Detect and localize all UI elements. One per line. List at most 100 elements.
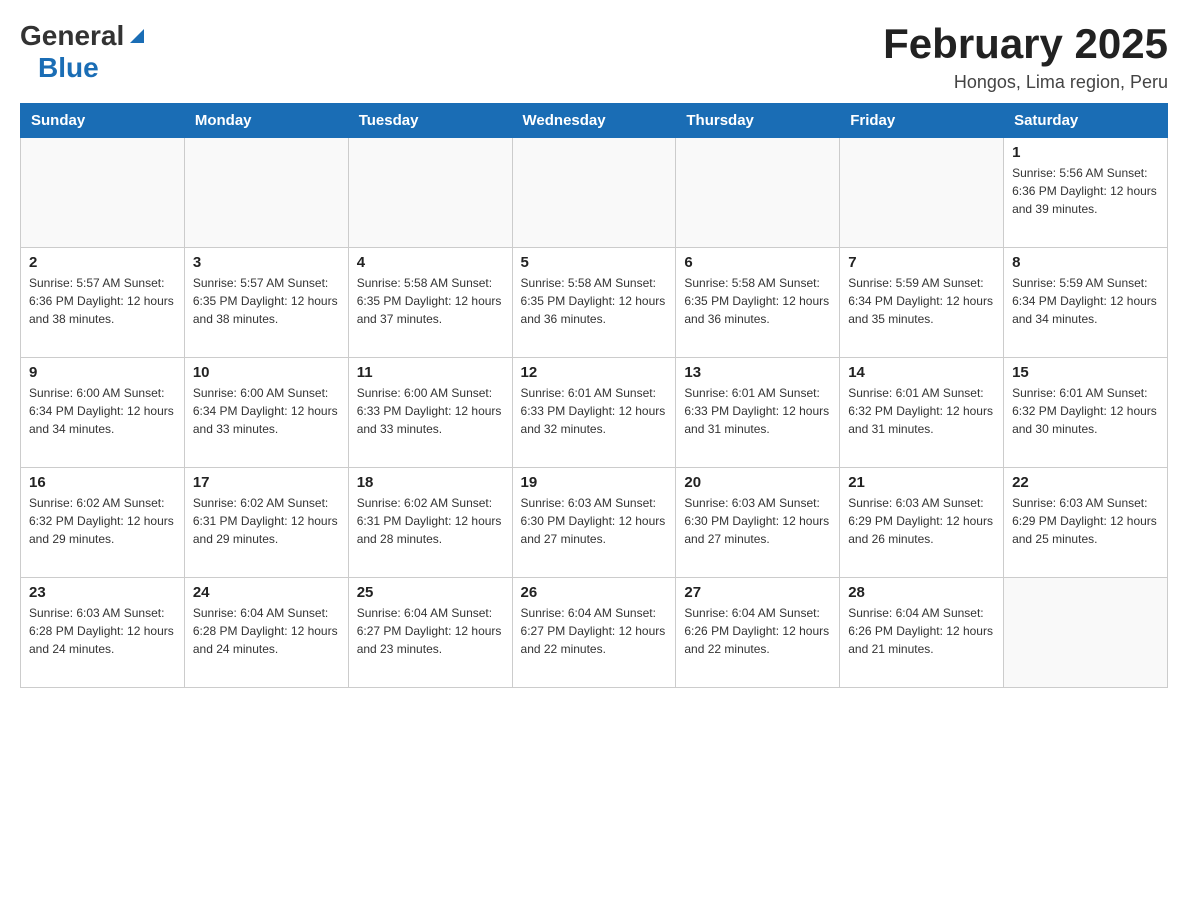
calendar-day-cell: 8 Sunrise: 5:59 AM Sunset: 6:34 PM Daylig… <box>1004 248 1168 358</box>
calendar-day-cell: 25 Sunrise: 6:04 AM Sunset: 6:27 PM Dayli… <box>348 578 512 688</box>
location-subtitle: Hongos, Lima region, Peru <box>883 72 1168 93</box>
calendar-day-cell: 22Sunrise: 6:03 AM Sunset: 6:29 PM Dayli… <box>1004 468 1168 578</box>
day-number: 1 <box>1012 144 1159 161</box>
day-number: 19 <box>521 474 668 491</box>
day-number: 5 <box>521 254 668 271</box>
day-number: 7 <box>848 254 995 271</box>
calendar-day-cell: 17 Sunrise: 6:02 AM Sunset: 6:31 PM Dayli… <box>184 468 348 578</box>
logo: General Blue <box>20 20 148 84</box>
calendar-day-cell: 28Sunrise: 6:04 AM Sunset: 6:26 PM Dayli… <box>840 578 1004 688</box>
calendar-day-cell: 16 Sunrise: 6:02 AM Sunset: 6:32 PM Dayli… <box>21 468 185 578</box>
day-number: 12 <box>521 364 668 381</box>
day-info: Sunrise: 5:57 AM Sunset: 6:35 PM Dayligh… <box>193 274 340 328</box>
day-number: 8 <box>1012 254 1159 271</box>
calendar-week-row: 2 Sunrise: 5:57 AM Sunset: 6:36 PM Daylig… <box>21 248 1168 358</box>
calendar-day-cell: 1 Sunrise: 5:56 AM Sunset: 6:36 PM Daylig… <box>1004 138 1168 248</box>
weekday-header-sunday: Sunday <box>21 104 185 138</box>
day-number: 27 <box>684 584 831 601</box>
weekday-header-saturday: Saturday <box>1004 104 1168 138</box>
day-number: 16 <box>29 474 176 491</box>
day-number: 4 <box>357 254 504 271</box>
day-info: Sunrise: 5:57 AM Sunset: 6:36 PM Dayligh… <box>29 274 176 328</box>
calendar-week-row: 9 Sunrise: 6:00 AM Sunset: 6:34 PM Daylig… <box>21 358 1168 468</box>
calendar-day-cell: 6Sunrise: 5:58 AM Sunset: 6:35 PM Daylig… <box>676 248 840 358</box>
calendar-day-cell <box>840 138 1004 248</box>
day-info: Sunrise: 6:00 AM Sunset: 6:34 PM Dayligh… <box>29 384 176 438</box>
day-number: 13 <box>684 364 831 381</box>
calendar-day-cell <box>512 138 676 248</box>
calendar-day-cell: 20 Sunrise: 6:03 AM Sunset: 6:30 PM Dayli… <box>676 468 840 578</box>
calendar-week-row: 23 Sunrise: 6:03 AM Sunset: 6:28 PM Dayli… <box>21 578 1168 688</box>
day-info: Sunrise: 6:01 AM Sunset: 6:32 PM Dayligh… <box>848 384 995 438</box>
day-info: Sunrise: 6:02 AM Sunset: 6:31 PM Dayligh… <box>193 494 340 548</box>
day-info: Sunrise: 6:01 AM Sunset: 6:32 PM Dayligh… <box>1012 384 1159 438</box>
day-info: Sunrise: 6:00 AM Sunset: 6:34 PM Dayligh… <box>193 384 340 438</box>
weekday-header-tuesday: Tuesday <box>348 104 512 138</box>
day-info: Sunrise: 6:03 AM Sunset: 6:29 PM Dayligh… <box>848 494 995 548</box>
logo-triangle-icon <box>126 25 148 47</box>
calendar-day-cell: 3 Sunrise: 5:57 AM Sunset: 6:35 PM Daylig… <box>184 248 348 358</box>
day-info: Sunrise: 6:01 AM Sunset: 6:33 PM Dayligh… <box>684 384 831 438</box>
day-number: 11 <box>357 364 504 381</box>
weekday-header-thursday: Thursday <box>676 104 840 138</box>
day-info: Sunrise: 6:01 AM Sunset: 6:33 PM Dayligh… <box>521 384 668 438</box>
calendar-day-cell: 9 Sunrise: 6:00 AM Sunset: 6:34 PM Daylig… <box>21 358 185 468</box>
day-info: Sunrise: 6:04 AM Sunset: 6:26 PM Dayligh… <box>848 604 995 658</box>
calendar-day-cell: 21 Sunrise: 6:03 AM Sunset: 6:29 PM Dayli… <box>840 468 1004 578</box>
day-info: Sunrise: 6:03 AM Sunset: 6:30 PM Dayligh… <box>521 494 668 548</box>
day-info: Sunrise: 6:04 AM Sunset: 6:26 PM Dayligh… <box>684 604 831 658</box>
day-number: 26 <box>521 584 668 601</box>
day-info: Sunrise: 6:00 AM Sunset: 6:33 PM Dayligh… <box>357 384 504 438</box>
title-area: February 2025 Hongos, Lima region, Peru <box>883 20 1168 93</box>
calendar-header-row: SundayMondayTuesdayWednesdayThursdayFrid… <box>21 104 1168 138</box>
day-info: Sunrise: 6:04 AM Sunset: 6:27 PM Dayligh… <box>357 604 504 658</box>
logo-blue-text: Blue <box>38 52 99 83</box>
calendar-day-cell: 12 Sunrise: 6:01 AM Sunset: 6:33 PM Dayli… <box>512 358 676 468</box>
day-info: Sunrise: 6:04 AM Sunset: 6:27 PM Dayligh… <box>521 604 668 658</box>
page-header: General Blue February 2025 Hongos, Lima … <box>20 20 1168 93</box>
calendar-day-cell: 10 Sunrise: 6:00 AM Sunset: 6:34 PM Dayli… <box>184 358 348 468</box>
calendar-day-cell: 24 Sunrise: 6:04 AM Sunset: 6:28 PM Dayli… <box>184 578 348 688</box>
weekday-header-wednesday: Wednesday <box>512 104 676 138</box>
day-number: 9 <box>29 364 176 381</box>
calendar-day-cell: 5 Sunrise: 5:58 AM Sunset: 6:35 PM Daylig… <box>512 248 676 358</box>
calendar-week-row: 16 Sunrise: 6:02 AM Sunset: 6:32 PM Dayli… <box>21 468 1168 578</box>
day-info: Sunrise: 5:56 AM Sunset: 6:36 PM Dayligh… <box>1012 164 1159 218</box>
day-number: 6 <box>684 254 831 271</box>
calendar-day-cell: 15 Sunrise: 6:01 AM Sunset: 6:32 PM Dayli… <box>1004 358 1168 468</box>
calendar-day-cell <box>21 138 185 248</box>
calendar-day-cell: 19 Sunrise: 6:03 AM Sunset: 6:30 PM Dayli… <box>512 468 676 578</box>
day-number: 22 <box>1012 474 1159 491</box>
logo-general-text: General <box>20 20 124 52</box>
day-number: 15 <box>1012 364 1159 381</box>
calendar-day-cell: 13 Sunrise: 6:01 AM Sunset: 6:33 PM Dayli… <box>676 358 840 468</box>
calendar-day-cell: 7Sunrise: 5:59 AM Sunset: 6:34 PM Daylig… <box>840 248 1004 358</box>
day-info: Sunrise: 6:04 AM Sunset: 6:28 PM Dayligh… <box>193 604 340 658</box>
calendar-day-cell: 18 Sunrise: 6:02 AM Sunset: 6:31 PM Dayli… <box>348 468 512 578</box>
day-number: 18 <box>357 474 504 491</box>
day-info: Sunrise: 6:03 AM Sunset: 6:28 PM Dayligh… <box>29 604 176 658</box>
day-number: 24 <box>193 584 340 601</box>
weekday-header-friday: Friday <box>840 104 1004 138</box>
calendar-day-cell <box>676 138 840 248</box>
day-info: Sunrise: 6:03 AM Sunset: 6:30 PM Dayligh… <box>684 494 831 548</box>
calendar-day-cell <box>184 138 348 248</box>
calendar-day-cell: 2 Sunrise: 5:57 AM Sunset: 6:36 PM Daylig… <box>21 248 185 358</box>
day-number: 2 <box>29 254 176 271</box>
day-number: 3 <box>193 254 340 271</box>
calendar-day-cell: 11 Sunrise: 6:00 AM Sunset: 6:33 PM Dayli… <box>348 358 512 468</box>
calendar-day-cell: 23 Sunrise: 6:03 AM Sunset: 6:28 PM Dayli… <box>21 578 185 688</box>
day-number: 10 <box>193 364 340 381</box>
day-number: 25 <box>357 584 504 601</box>
calendar-day-cell: 4 Sunrise: 5:58 AM Sunset: 6:35 PM Daylig… <box>348 248 512 358</box>
day-info: Sunrise: 5:59 AM Sunset: 6:34 PM Dayligh… <box>1012 274 1159 328</box>
day-info: Sunrise: 6:02 AM Sunset: 6:32 PM Dayligh… <box>29 494 176 548</box>
day-info: Sunrise: 5:58 AM Sunset: 6:35 PM Dayligh… <box>521 274 668 328</box>
day-info: Sunrise: 6:02 AM Sunset: 6:31 PM Dayligh… <box>357 494 504 548</box>
day-number: 21 <box>848 474 995 491</box>
day-number: 20 <box>684 474 831 491</box>
day-number: 17 <box>193 474 340 491</box>
day-number: 23 <box>29 584 176 601</box>
day-info: Sunrise: 5:58 AM Sunset: 6:35 PM Dayligh… <box>357 274 504 328</box>
month-title: February 2025 <box>883 20 1168 68</box>
